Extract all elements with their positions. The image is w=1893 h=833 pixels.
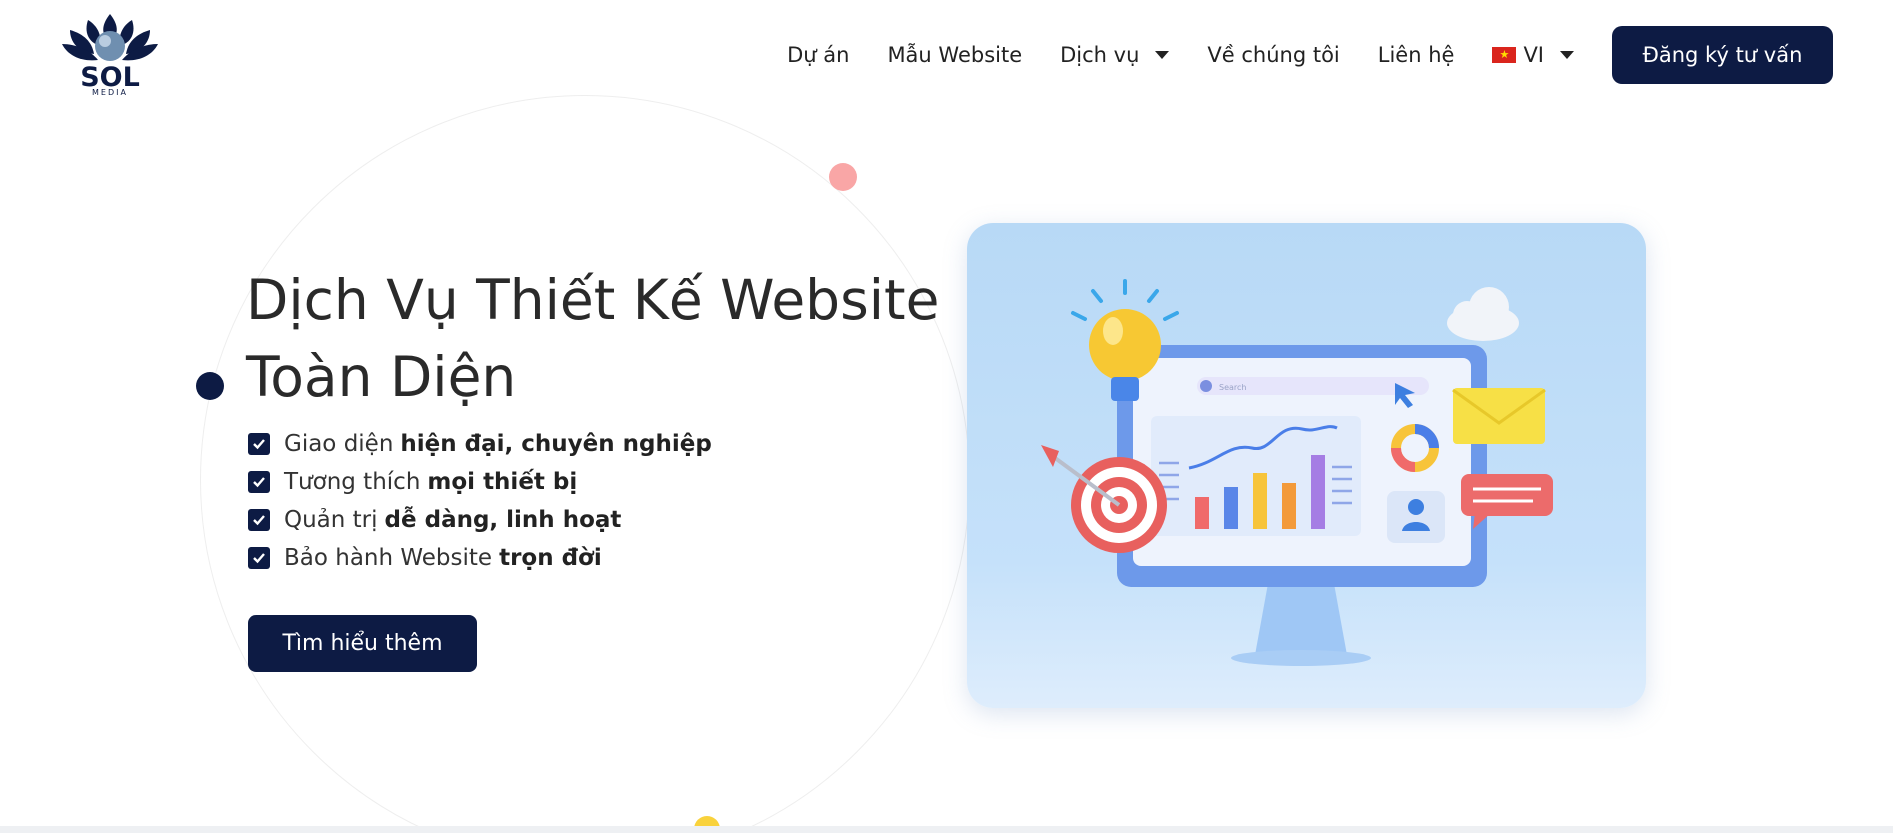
cloud-icon	[1447, 287, 1519, 341]
feature-text-bold: mọi thiết bị	[427, 469, 578, 495]
feature-item: Quản trị dễ dàng, linh hoạt	[248, 501, 712, 539]
bar	[1282, 483, 1296, 529]
check-icon	[248, 547, 270, 569]
nav-item-projects[interactable]: Dự án	[787, 43, 849, 67]
feature-text-bold: hiện đại, chuyên nghiệp	[400, 431, 712, 457]
nav-item-services[interactable]: Dịch vụ	[1060, 43, 1170, 67]
user-icon	[1408, 499, 1424, 515]
caret-down-icon	[1560, 51, 1574, 59]
logo[interactable]: SOL MEDIA	[58, 10, 162, 97]
monitor-base	[1231, 650, 1371, 666]
bar	[1195, 497, 1209, 529]
nav-label: Dự án	[787, 43, 850, 67]
nav-item-website-templates[interactable]: Mẫu Website	[887, 43, 1022, 67]
envelope-icon	[1452, 388, 1546, 444]
bar	[1253, 473, 1267, 529]
feature-item: Giao diện hiện đại, chuyên nghiệp	[248, 425, 712, 463]
feature-text: Giao diện	[284, 431, 394, 457]
decorative-dot-navy	[196, 372, 224, 400]
vietnam-flag-icon: ★	[1492, 47, 1517, 63]
bar	[1224, 487, 1238, 529]
computer-dashboard-illustration: Search	[1041, 279, 1553, 666]
language-selector[interactable]: ★ VI	[1492, 43, 1574, 67]
check-icon	[248, 471, 270, 493]
learn-more-button[interactable]: Tìm hiểu thêm	[248, 615, 477, 672]
nav-label: Liên hệ	[1377, 43, 1455, 67]
language-code: VI	[1523, 43, 1544, 67]
cta-label: Đăng ký tư vấn	[1642, 43, 1803, 67]
feature-text-bold: dễ dàng, linh hoạt	[384, 507, 622, 533]
svg-text:MEDIA: MEDIA	[92, 88, 128, 96]
hero-title-line-1: Dịch Vụ Thiết Kế Website	[246, 268, 940, 332]
hero-title-line-2: Toàn Diện	[246, 345, 517, 409]
lotus-logo-icon: SOL MEDIA	[62, 14, 158, 97]
arrow-fletching	[1041, 445, 1059, 467]
user-card	[1387, 491, 1445, 543]
feature-text: Bảo hành Website	[284, 545, 493, 571]
nav-label: Mẫu Website	[887, 43, 1023, 67]
nav-item-about-us[interactable]: Về chúng tôi	[1207, 43, 1339, 67]
feature-list: Giao diện hiện đại, chuyên nghiệp Tương t…	[248, 425, 712, 577]
feature-item: Bảo hành Website trọn đời	[248, 539, 712, 577]
check-icon	[248, 509, 270, 531]
feature-text: Quản trị	[284, 507, 378, 533]
nav-label: Về chúng tôi	[1207, 43, 1340, 67]
learn-more-label: Tìm hiểu thêm	[282, 631, 443, 656]
main-nav: Dự án Mẫu Website Dịch vụ Về chúng tôi L…	[787, 26, 1833, 84]
monitor-stand	[1255, 578, 1347, 655]
search-icon	[1200, 380, 1212, 392]
search-placeholder: Search	[1219, 383, 1246, 392]
feature-text: Tương thích	[284, 469, 421, 495]
caret-down-icon	[1155, 51, 1170, 59]
decorative-dot-pink	[829, 163, 857, 191]
hero-illustration: Search	[967, 223, 1646, 708]
chat-bubble-icon	[1461, 474, 1553, 529]
consultation-signup-button[interactable]: Đăng ký tư vấn	[1612, 26, 1833, 84]
section-divider	[0, 826, 1893, 833]
check-icon	[248, 433, 270, 455]
nav-label: Dịch vụ	[1060, 43, 1140, 67]
bar	[1311, 455, 1325, 529]
feature-item: Tương thích mọi thiết bị	[248, 463, 712, 501]
hero-title: Dịch Vụ Thiết Kế Website Toàn Diện	[246, 262, 946, 416]
nav-item-contact[interactable]: Liên hệ	[1378, 43, 1455, 67]
feature-text-bold: trọn đời	[499, 545, 602, 571]
